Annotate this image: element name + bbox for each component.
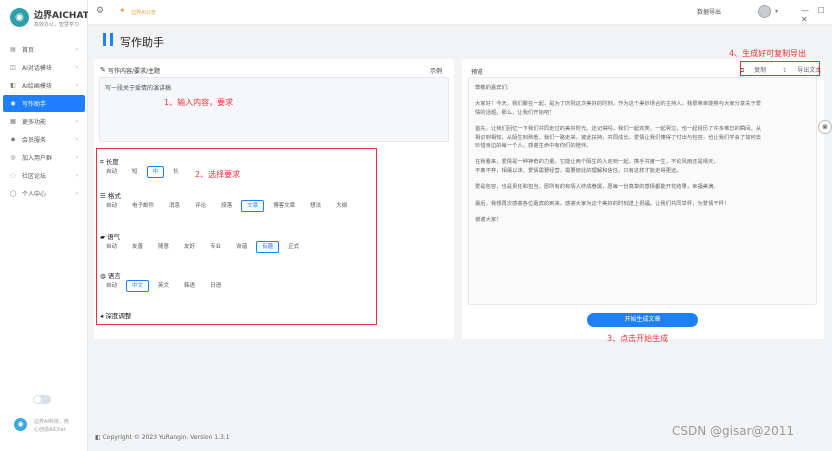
chevron-right-icon: › xyxy=(75,82,78,89)
copyright-footer: ◧ Copyright © 2023 YuRangin. Version 1.3… xyxy=(95,434,230,441)
sidebar-item-4[interactable]: ◉ 写作助手 xyxy=(3,95,85,112)
footer-line-1: 边界AI科技，用 xyxy=(34,419,69,425)
sidebar-item-label: 加入用户群 xyxy=(22,155,53,162)
footer-line-2: 心创造AIChat xyxy=(34,427,66,433)
app-name: 边界AICHAT xyxy=(34,11,89,21)
sidebar-item-label: 写作助手 xyxy=(22,101,47,108)
grid-icon: ▦ xyxy=(10,118,16,125)
watermark: CSDN @gisar@2011 xyxy=(672,424,795,438)
preview-text-line: 爱是包容，也是责任和担当。愿所有的有情人终成眷属，愿每一份真挚的感情都能开花结果… xyxy=(475,184,719,191)
content-input[interactable]: 写一段关于爱情的演讲稿 xyxy=(99,77,449,142)
preview-text-line: 情的话题。那么，让我们开始吧！ xyxy=(475,109,555,116)
group-icon: ◎ xyxy=(10,154,16,161)
copyright-text: Copyright © 2023 YuRangin. Version 1.3.1 xyxy=(102,434,230,441)
notice-icon: ✦ xyxy=(119,6,126,15)
example-link[interactable]: 示例 xyxy=(430,66,442,75)
chevron-right-icon: › xyxy=(75,118,78,125)
sidebar-item-1[interactable]: ▤ 首页 › xyxy=(3,41,85,58)
sidebar-item-label: 更多功能 xyxy=(22,119,47,126)
chevron-right-icon: › xyxy=(75,46,78,53)
app-logo: ◉ 边界AICHAT 高效办公，智慧学习 xyxy=(10,5,89,35)
page-title-icon xyxy=(103,33,113,46)
sidebar-item-7[interactable]: ◎ 加入用户群 › xyxy=(3,149,85,166)
chevron-right-icon: › xyxy=(75,190,78,197)
chevron-down-icon[interactable]: ▾ xyxy=(775,8,778,15)
forum-icon: ◌ xyxy=(10,172,16,179)
chevron-right-icon: › xyxy=(75,154,78,161)
annotation-step-1: 1、输入内容，要求 xyxy=(164,98,234,107)
generate-button[interactable]: 开始生成文章 xyxy=(587,313,698,327)
page-header: 写作助手 xyxy=(100,31,400,51)
sidebar-item-label: AI绘画模块 xyxy=(22,83,52,90)
sidebar-nav: ▤ 首页 › ◫ AI对话模块 › ◧ AI绘画模块 › ◉ 写作助手 ▦ 更多功能 › ◆ 会员服务 › ◎ 加入… xyxy=(0,40,88,203)
sidebar-item-label: 社区论坛 xyxy=(22,173,47,180)
home-icon: ▤ xyxy=(10,46,16,53)
sidebar-item-3[interactable]: ◧ AI绘画模块 › xyxy=(3,77,85,94)
settings-icon[interactable]: ⚙ xyxy=(96,6,104,16)
edit-icon: ✎ xyxy=(100,66,106,74)
sidebar-item-label: 会员服务 xyxy=(22,137,47,144)
annotation-step-4: 4、生成好可复制导出 xyxy=(729,49,807,58)
sidebar-footer: ◉ 边界AI科技，用 心创造AIChat xyxy=(14,416,86,436)
sidebar-item-5[interactable]: ▦ 更多功能 › xyxy=(3,113,85,130)
notice-text[interactable]: 边界AI公告 xyxy=(131,9,156,16)
annotation-step-2: 2、选择要求 xyxy=(195,170,241,179)
top-bar: ⚙ ✦ 边界AI公告 数据导出 ▾ — ☐ ✕ xyxy=(88,0,832,25)
preview-text-line: 最后，我想再次感谢各位嘉宾的到来，感谢大家为这个美好的时刻送上祝福。让我们共同举… xyxy=(475,200,730,207)
sidebar-item-8[interactable]: ◌ 社区论坛 › xyxy=(3,167,85,184)
preview-heading: 预览 xyxy=(471,69,484,76)
preview-text-line: 不离不弃，相濡以沫。爱情需要经营，需要彼此的理解和信任，只有这样才能走得更远。 xyxy=(475,167,682,174)
sidebar-item-label: 个人中心 xyxy=(22,191,47,198)
content-input-value: 写一段关于爱情的演讲稿 xyxy=(105,85,172,92)
chevron-right-icon: › xyxy=(75,136,78,143)
content-heading: 写作内容/要求/主题 xyxy=(108,68,161,75)
theme-toggle[interactable] xyxy=(33,395,51,404)
paint-icon: ◧ xyxy=(10,82,16,89)
sidebar-item-label: AI对话模块 xyxy=(22,65,52,72)
app-tagline: 高效办公，智慧学习 xyxy=(34,22,80,28)
preview-panel: 预览 ⧉ 复制 ⇪ 导出文本 尊敬的嘉宾们： 大家好！今天，我们聚在一起，是为了庆祝… xyxy=(462,59,824,339)
vip-icon: ◆ xyxy=(10,136,16,143)
preview-text-line: 尊敬的嘉宾们： xyxy=(475,85,513,91)
chevron-right-icon: › xyxy=(75,64,78,71)
preview-text-line: 首先，让我们回忆一下我们共同走过的美好时光。还记得吗，我们一起欢笑，一起哭泣，也… xyxy=(475,126,762,133)
preview-text-line: 在我看来，爱情是一种神奇的力量，它能让两个陌生的人走到一起，携手共度一生，不论风… xyxy=(475,159,719,166)
sidebar-item-2[interactable]: ◫ AI对话模块 › xyxy=(3,59,85,76)
sidebar-item-label: 首页 xyxy=(22,47,35,54)
sidebar-item-6[interactable]: ◆ 会员服务 › xyxy=(3,131,85,148)
user-icon: ◯ xyxy=(9,190,17,197)
sidebar: ◉ 边界AICHAT 高效办公，智慧学习 ▤ 首页 › ◫ AI对话模块 › ◧ AI绘画模块… xyxy=(0,0,89,451)
sidebar-item-9[interactable]: ◯ 个人中心 › xyxy=(3,185,85,202)
preview-text-line: 珍惜身边的每一个人，感谢生命中有你们的陪伴。 xyxy=(475,142,592,149)
chat-icon: ◫ xyxy=(10,64,16,71)
preview-output[interactable]: 尊敬的嘉宾们： 大家好！今天，我们聚在一起，是为了庆祝这次美好的时刻，作为这个美妙… xyxy=(468,77,817,305)
actions-highlight-box xyxy=(740,61,820,76)
pen-icon: ◉ xyxy=(10,100,16,107)
preview-text-line: 大家好！今天，我们聚在一起，是为了庆祝这次美好的时刻，作为这个美妙场合的主持人，… xyxy=(475,101,762,108)
preview-text-line: 相识到相知，从陌生到熟悉，我们一路走来，彼此扶持，共同成长。爱情让我们懂得了付出… xyxy=(475,134,762,141)
footer-logo-icon: ◉ xyxy=(14,418,27,431)
data-export-link[interactable]: 数据导出 xyxy=(697,7,721,16)
logo-icon: ◉ xyxy=(10,8,29,27)
page-title: 写作助手 xyxy=(120,36,164,49)
preview-text-line: 谢谢大家！ xyxy=(475,216,502,223)
assistant-float-icon[interactable]: ⊗ xyxy=(818,120,832,134)
avatar[interactable] xyxy=(758,5,771,18)
annotation-step-3: 3、点击开始生成 xyxy=(607,334,669,343)
window-controls[interactable]: — ☐ ✕ xyxy=(801,6,832,24)
chevron-right-icon: › xyxy=(75,172,78,179)
